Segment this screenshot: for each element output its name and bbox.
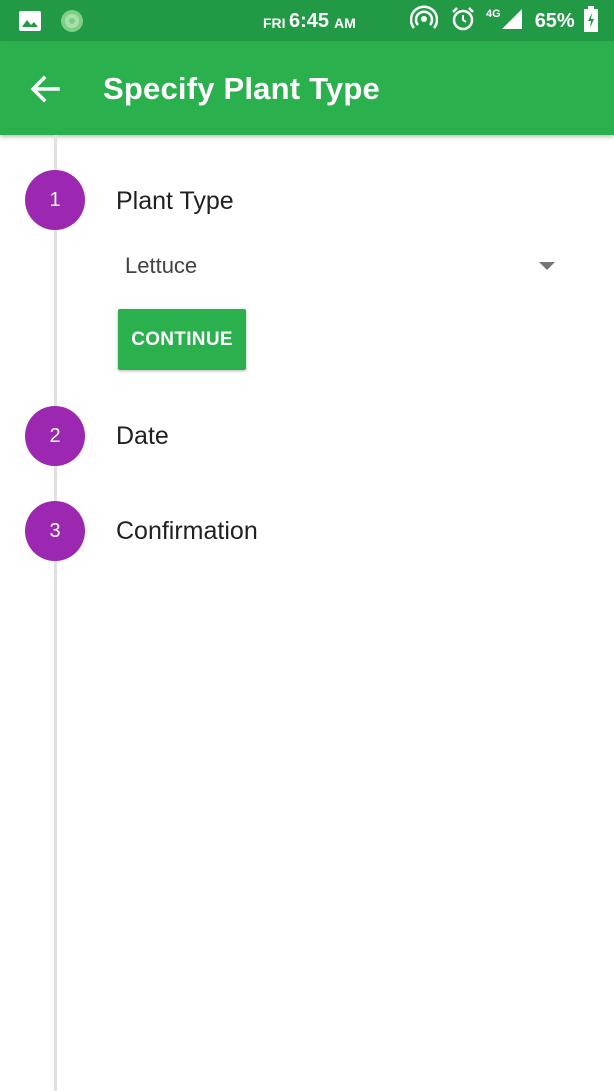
status-ampm: AM [334, 15, 356, 31]
back-button[interactable] [28, 71, 68, 107]
hotspot-icon [409, 4, 439, 38]
battery-icon [583, 5, 599, 38]
image-icon [18, 10, 42, 37]
back-arrow-icon [28, 75, 64, 111]
dropdown-arrow-icon [539, 262, 555, 270]
app-bar: Specify Plant Type [0, 41, 614, 135]
signal-icon [501, 7, 523, 36]
status-bar: FRI 6:45 AM 4G 65% [0, 0, 614, 41]
step-title-date[interactable]: Date [116, 422, 169, 451]
step-title-confirmation[interactable]: Confirmation [116, 517, 258, 546]
step-title-plant-type[interactable]: Plant Type [116, 187, 234, 216]
status-day: FRI [263, 15, 286, 31]
status-left-icons [18, 9, 84, 38]
plant-type-select[interactable]: Lettuce [117, 243, 567, 287]
step-number-3[interactable]: 3 [25, 501, 85, 561]
status-right-icons: 4G 65% [409, 4, 599, 38]
battery-percentage: 65% [534, 9, 575, 32]
step-number-1[interactable]: 1 [25, 170, 85, 230]
status-time: 6:45 [289, 10, 330, 32]
network-type: 4G [486, 8, 501, 20]
alarm-icon [450, 6, 476, 37]
continue-button[interactable]: CONTINUE [118, 309, 246, 370]
stepper-connector-line [54, 135, 57, 1091]
plant-type-select-value: Lettuce [125, 253, 198, 278]
app-notification-icon [60, 9, 84, 38]
page-title: Specify Plant Type [103, 71, 380, 106]
step-number-2[interactable]: 2 [25, 406, 85, 466]
